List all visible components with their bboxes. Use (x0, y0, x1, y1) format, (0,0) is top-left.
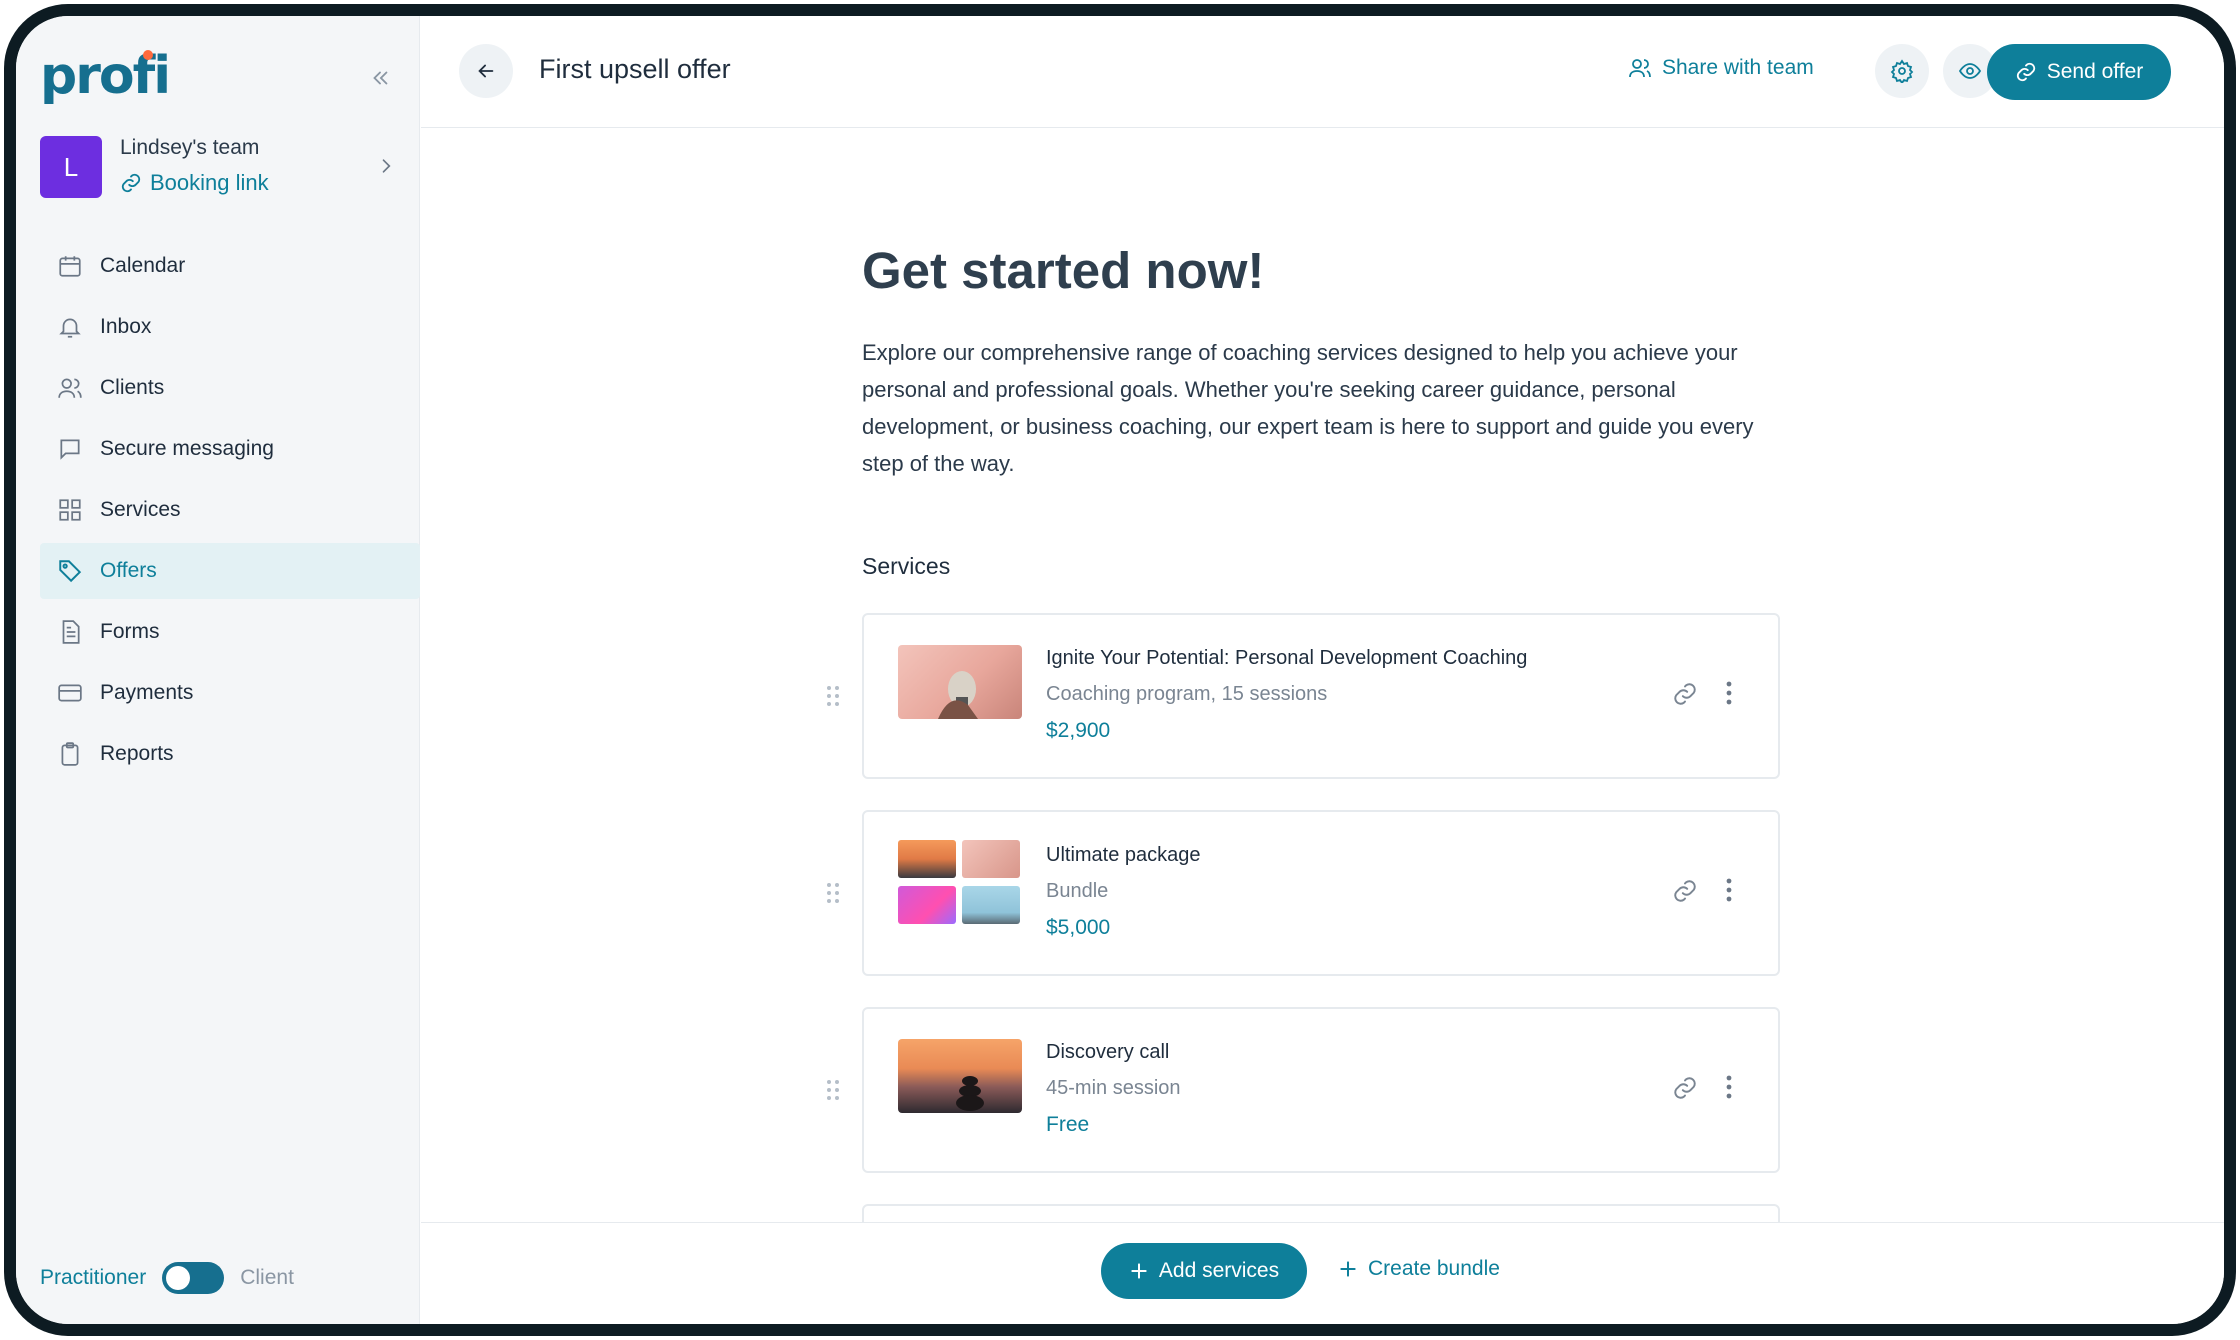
more-options-icon[interactable] (1724, 679, 1734, 712)
send-offer-button[interactable]: Send offer (1987, 44, 2171, 100)
sidebar-item-payments[interactable]: Payments (40, 665, 420, 721)
gear-icon (1890, 59, 1914, 83)
users-icon (56, 374, 84, 402)
page-header: First upsell offer Share with team Send … (421, 16, 2224, 128)
collapse-sidebar-icon[interactable] (360, 58, 400, 98)
sidebar-item-secure-messaging[interactable]: Secure messaging (40, 421, 420, 477)
grid-icon (56, 496, 84, 524)
team-switcher[interactable]: L Lindsey's team Booking link (40, 134, 400, 204)
editor-footer: Add services Create bundle (421, 1222, 2224, 1324)
service-subtitle: 45-min session (1046, 1077, 1181, 1099)
offer-editor: Get started now! Explore our comprehensi… (421, 129, 2224, 1222)
card-icon (56, 679, 84, 707)
link-icon[interactable] (1672, 878, 1698, 909)
plus-icon (1131, 1263, 1147, 1279)
service-subtitle: Coaching program, 15 sessions (1046, 683, 1328, 705)
message-icon (56, 435, 84, 463)
service-card[interactable]: Ultimate package Bundle $5,000 (827, 810, 1780, 976)
share-with-team-button[interactable]: Share with team (1628, 56, 1814, 80)
eye-icon (1958, 63, 1982, 79)
link-icon[interactable] (1672, 681, 1698, 712)
sidebar-item-forms[interactable]: Forms (40, 604, 420, 660)
sidebar-item-offers[interactable]: Offers (40, 543, 420, 599)
sidebar: profi L Lindsey's team Booking link Cale… (16, 16, 420, 1324)
client-label[interactable]: Client (240, 1266, 294, 1290)
service-subtitle: Bundle (1046, 880, 1109, 902)
more-options-icon[interactable] (1724, 876, 1734, 909)
team-name: Lindsey's team (120, 136, 260, 159)
settings-button[interactable] (1875, 44, 1929, 98)
bundle-thumbnails (898, 840, 1022, 926)
sidebar-item-clients[interactable]: Clients (40, 360, 420, 416)
plus-icon (1340, 1261, 1356, 1277)
link-icon (2016, 62, 2035, 82)
page-title: First upsell offer (539, 54, 731, 84)
link-icon (121, 173, 141, 193)
mode-switch[interactable] (162, 1262, 225, 1294)
service-title: Ultimate package (1046, 844, 1201, 866)
create-bundle-button[interactable]: Create bundle (1338, 1257, 1500, 1281)
service-card[interactable]: Discovery call 45-min session Free (827, 1007, 1780, 1173)
sidebar-item-inbox[interactable]: Inbox (40, 299, 420, 355)
services-heading: Services (862, 553, 951, 579)
arrow-left-icon (478, 64, 494, 78)
chevron-right-icon (376, 156, 396, 181)
drag-handle-icon[interactable] (824, 1077, 842, 1108)
sidebar-item-calendar[interactable]: Calendar (40, 238, 420, 294)
service-card[interactable] (862, 1204, 1780, 1222)
users-icon (1629, 59, 1651, 78)
sidebar-item-services[interactable]: Services (40, 482, 420, 538)
service-price: Free (1046, 1113, 1090, 1136)
service-thumbnail (898, 645, 1022, 719)
link-icon[interactable] (1672, 1075, 1698, 1106)
offer-heading[interactable]: Get started now! (862, 241, 1264, 300)
bell-icon (56, 313, 84, 341)
team-avatar: L (40, 136, 102, 198)
more-options-icon[interactable] (1724, 1073, 1734, 1106)
back-button[interactable] (459, 44, 513, 98)
profi-logo: profi (40, 46, 171, 106)
add-services-button[interactable]: Add services (1101, 1243, 1307, 1299)
drag-handle-icon[interactable] (824, 683, 842, 714)
sidebar-item-reports[interactable]: Reports (40, 726, 420, 782)
device-frame: profi L Lindsey's team Booking link Cale… (4, 4, 2236, 1336)
service-title: Ignite Your Potential: Personal Developm… (1046, 647, 1528, 669)
service-title: Discovery call (1046, 1041, 1170, 1063)
app-screen: profi L Lindsey's team Booking link Cale… (16, 16, 2224, 1324)
booking-link[interactable]: Booking link (120, 170, 269, 196)
service-price: $2,900 (1046, 719, 1111, 742)
clipboard-icon (56, 740, 84, 768)
service-thumbnail (898, 1039, 1022, 1113)
mode-toggle: Practitioner Client (40, 1256, 294, 1300)
document-icon (56, 618, 84, 646)
calendar-icon (56, 252, 84, 280)
practitioner-label[interactable]: Practitioner (40, 1266, 146, 1290)
service-card[interactable]: Ignite Your Potential: Personal Developm… (827, 613, 1780, 779)
offer-description[interactable]: Explore our comprehensive range of coach… (862, 334, 1772, 482)
tag-icon (56, 557, 84, 585)
service-price: $5,000 (1046, 916, 1111, 939)
drag-handle-icon[interactable] (824, 880, 842, 911)
main-nav: Calendar Inbox Clients Secure messaging … (40, 238, 420, 787)
